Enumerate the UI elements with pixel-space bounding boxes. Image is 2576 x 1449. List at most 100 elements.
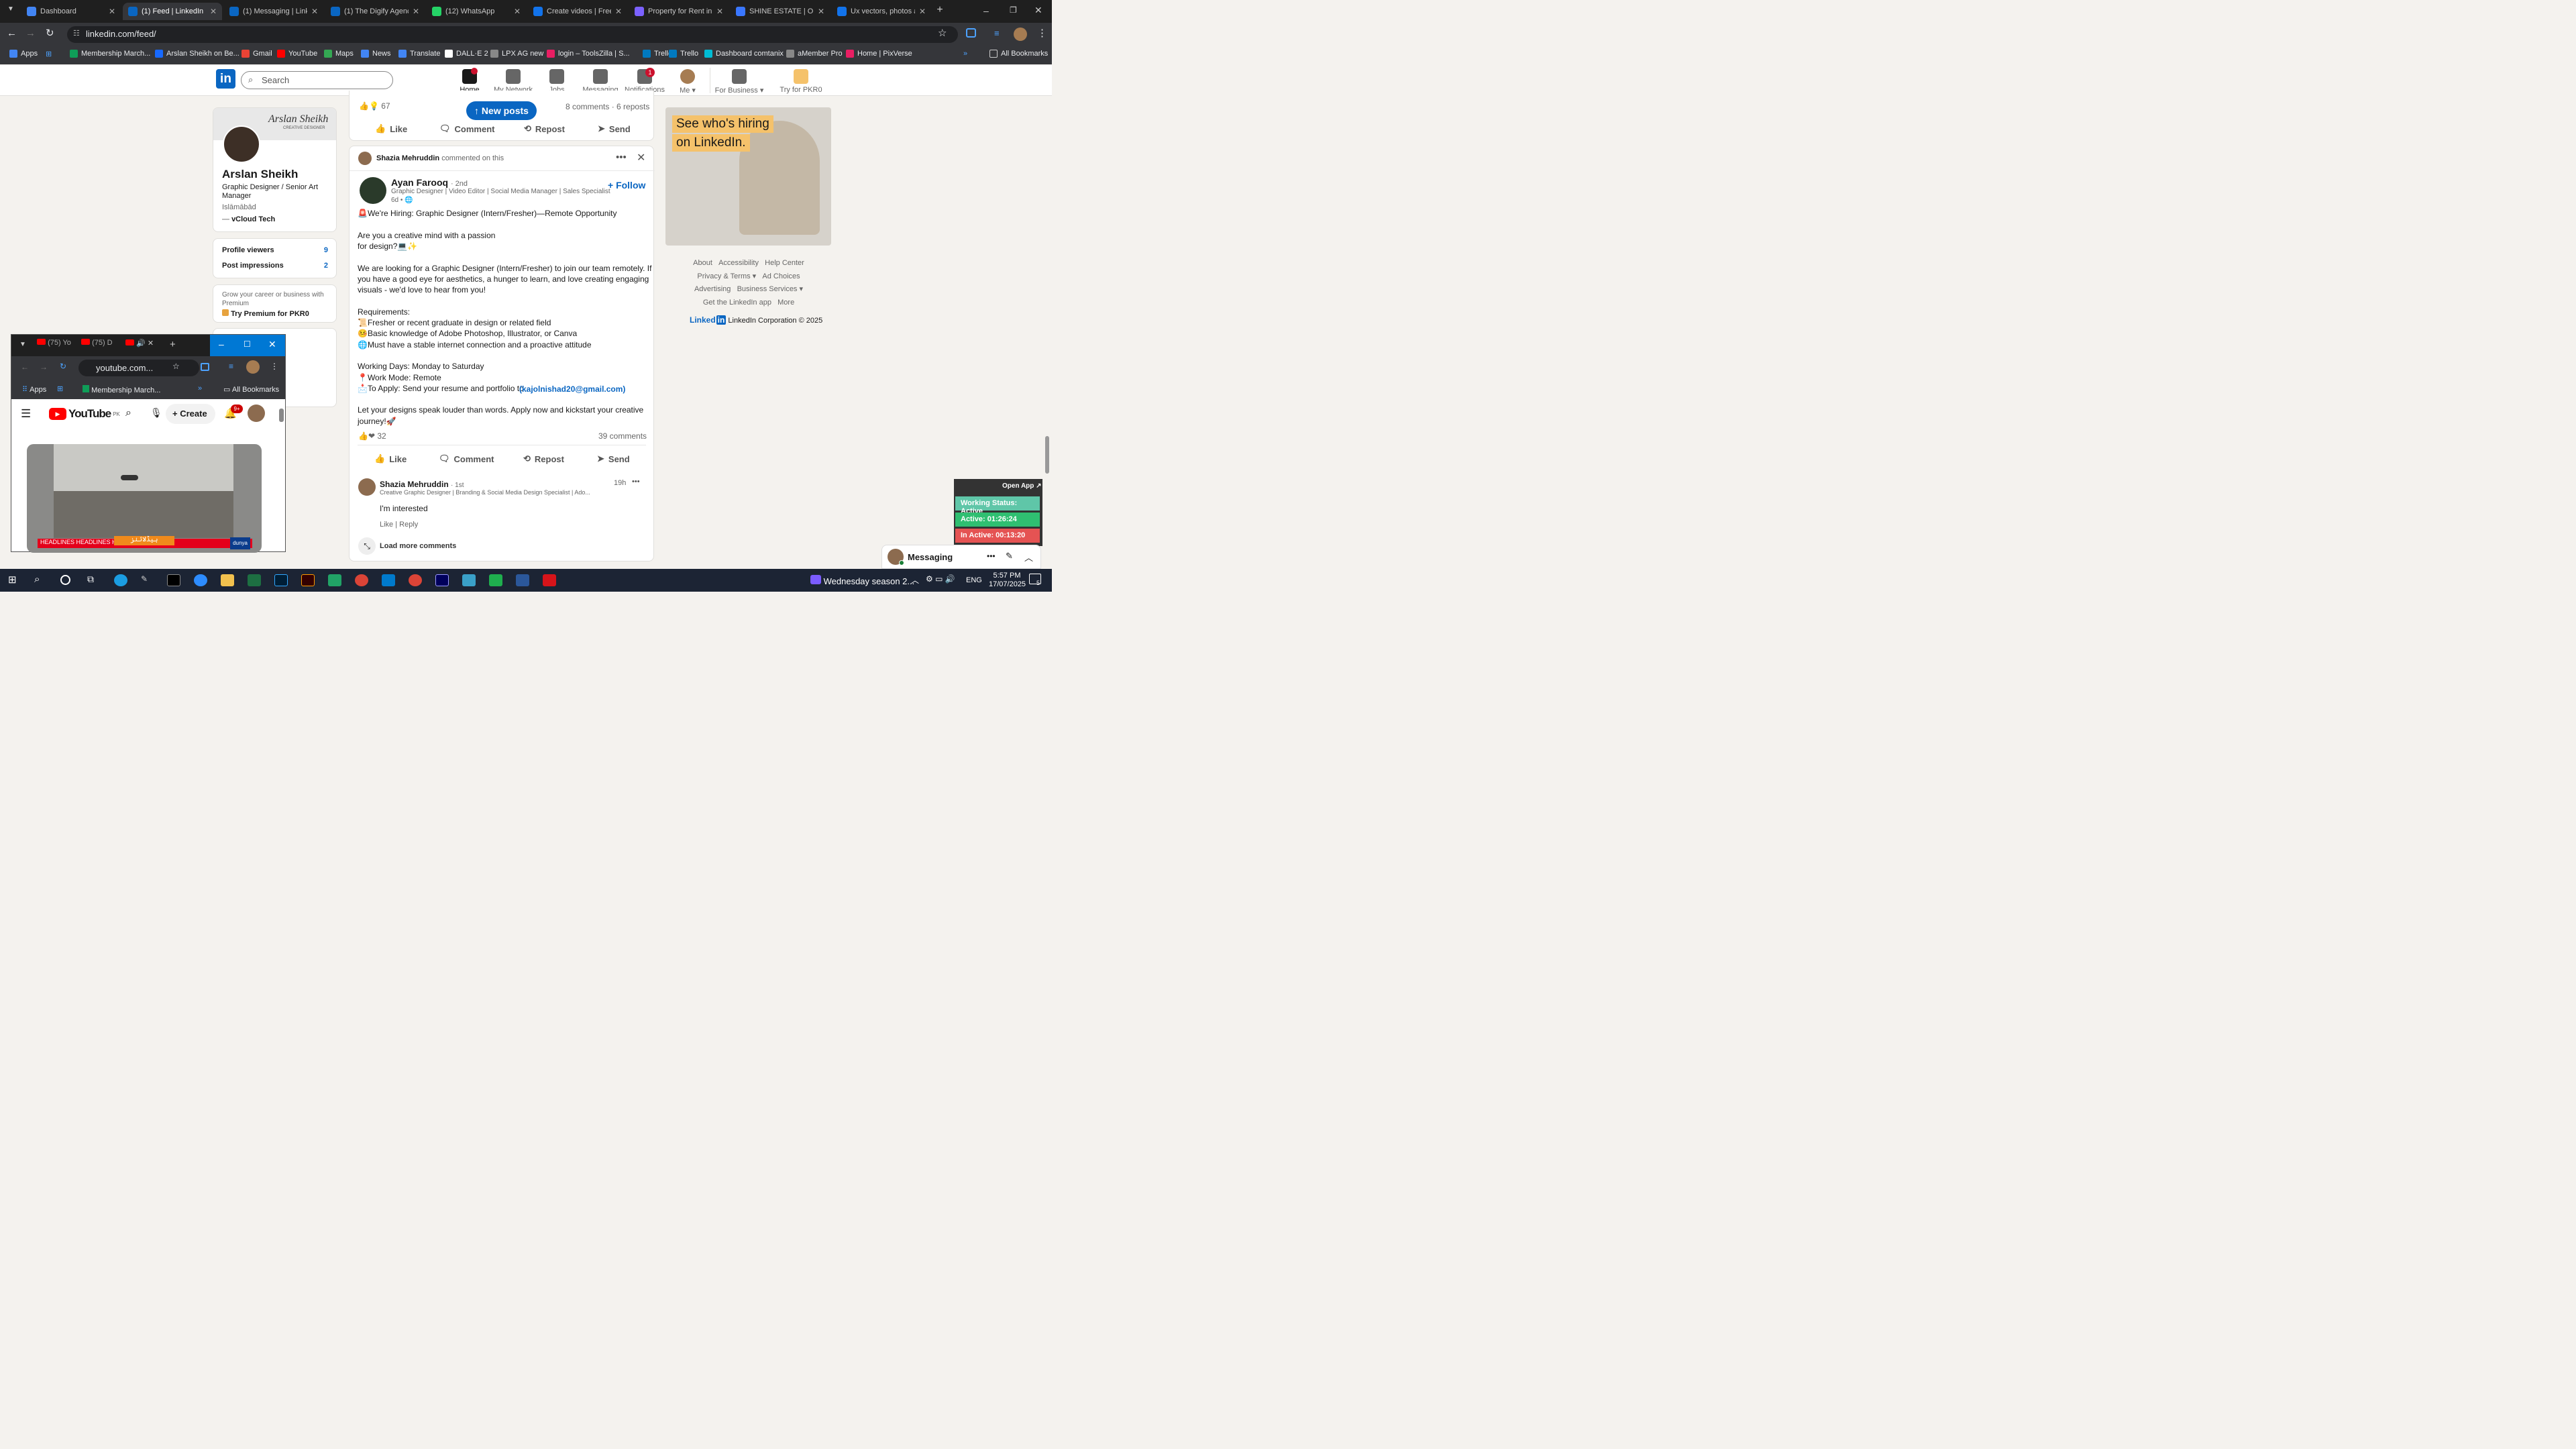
context-name[interactable]: Shazia Mehruddin (376, 154, 439, 162)
footer-about[interactable]: About (693, 259, 712, 267)
hamburger-icon[interactable]: ☰ (21, 407, 31, 421)
browser-tab[interactable]: SHINE ESTATE | OLX ✕ (731, 3, 830, 20)
premium-link[interactable]: Try Premium for PKR0 (222, 309, 309, 318)
comment-button[interactable]: 🗨 Comment (439, 123, 494, 134)
browser-tab[interactable]: Create videos | Freep ✕ (528, 3, 627, 20)
tab-close-icon[interactable]: ✕ (919, 7, 926, 16)
search-taskbar-icon[interactable]: ⌕ (34, 574, 40, 585)
footer-more[interactable]: More (777, 299, 794, 307)
bookmark-item[interactable]: Arslan Sheikh on Be... (155, 50, 239, 58)
yt-mic-icon[interactable]: 🎙 (150, 407, 162, 419)
messaging-more-icon[interactable]: ••• (987, 551, 996, 561)
bookmark-item[interactable]: LPX AG new (490, 50, 543, 58)
yt-video-thumbnail[interactable]: HEADLINES HEADLINES HEADLINES ہیڈلائنز d… (27, 444, 262, 553)
url-field[interactable]: ☷ linkedin.com/feed/ (67, 26, 958, 43)
media-control-icon[interactable]: ≡ (994, 28, 1000, 38)
bookmark-star-icon[interactable]: ☆ (938, 27, 947, 39)
bookmark-item[interactable]: Trello (643, 50, 672, 58)
chrome-icon[interactable] (355, 574, 368, 586)
cortana-icon[interactable] (60, 575, 70, 585)
browser-tab[interactable]: Ux vectors, photos an ✕ (832, 3, 931, 20)
author-avatar[interactable] (360, 177, 386, 204)
footer-ad-choices[interactable]: Ad Choices (762, 272, 800, 280)
yt-extensions-icon[interactable] (201, 363, 209, 371)
yt-profile-avatar[interactable] (246, 360, 260, 374)
yt-bm-apps[interactable]: ⠿ Apps (22, 385, 46, 394)
yt-tab-menu[interactable]: ▼ (19, 341, 26, 348)
yt-bm-grid-icon[interactable]: ⊞ (57, 384, 63, 393)
load-more-icon[interactable]: ⤡ (358, 537, 376, 555)
yt-tab-3[interactable]: 🔊 ✕ (125, 339, 159, 352)
forward-icon[interactable]: → (25, 28, 36, 39)
bookmark-item[interactable]: Trello (669, 50, 698, 58)
yt-reload-icon[interactable]: ↻ (60, 362, 66, 371)
previous-reactions[interactable]: 👍💡 67 (359, 101, 390, 111)
footer-help[interactable]: Help Center (765, 259, 804, 267)
yt-tab-1[interactable]: (75) Yo (37, 339, 76, 352)
bookmark-item[interactable]: Membership March... (70, 50, 150, 58)
new-posts-button[interactable]: ↑ New posts (466, 101, 537, 120)
yt-more-bookmarks[interactable]: » (198, 384, 202, 392)
profile-company[interactable]: — vCloud Tech (222, 215, 275, 223)
email-link[interactable]: (kajolnishad20@gmail.com) (519, 384, 625, 394)
stat-post-impressions[interactable]: Post impressions 2 (222, 262, 328, 270)
send-button[interactable]: ➤ Send (598, 123, 631, 134)
comment-more-icon[interactable]: ••• (632, 478, 640, 486)
edge-icon[interactable] (114, 574, 127, 586)
yt-star-icon[interactable]: ☆ (172, 362, 180, 371)
bookmark-item[interactable]: Maps (324, 50, 354, 58)
yt-back-icon[interactable]: ← (21, 362, 29, 372)
commenter-name[interactable]: Shazia Mehruddin · 1st (380, 480, 464, 489)
yt-search-icon[interactable]: ⌕ (125, 407, 131, 419)
youtube-logo[interactable]: ▶ YouTube PK (49, 407, 120, 421)
reload-icon[interactable]: ↻ (46, 27, 54, 39)
yt-create-button[interactable]: + Create (166, 404, 215, 424)
back-icon[interactable]: ← (7, 28, 17, 39)
zoom-icon[interactable] (194, 574, 207, 586)
post-like-button[interactable]: 👍 Like (374, 453, 407, 464)
commenter-avatar[interactable] (358, 478, 376, 496)
excel-icon[interactable] (248, 574, 261, 586)
profile-name[interactable]: Arslan Sheikh (222, 168, 298, 181)
follow-button[interactable]: + Follow (608, 180, 645, 191)
acrobat-icon[interactable] (543, 574, 556, 586)
stat-profile-viewers[interactable]: Profile viewers 9 (222, 246, 328, 254)
open-app-button[interactable]: Open App ↗ (1002, 482, 1042, 490)
tab-close-icon[interactable]: ✕ (514, 7, 521, 16)
yt-forward-icon[interactable]: → (40, 362, 48, 372)
yt-media-icon[interactable]: ≡ (229, 362, 233, 371)
tray-chevron-icon[interactable]: ︿ (911, 574, 919, 586)
illustrator-icon[interactable] (301, 574, 315, 586)
photoshop-icon[interactable] (274, 574, 288, 586)
yt-maximize[interactable]: ☐ (244, 339, 251, 349)
linkedin-logo[interactable]: in (216, 69, 235, 89)
bookmark-item[interactable]: News (361, 50, 391, 58)
file-explorer-icon[interactable] (221, 574, 234, 586)
pen-icon[interactable]: ✎ (141, 574, 154, 586)
yt-tab-2[interactable]: (75) D (81, 339, 121, 352)
close-window-button[interactable]: ✕ (1034, 5, 1042, 16)
site-info-icon[interactable]: ☷ (73, 29, 80, 38)
bookmark-item[interactable]: Dashboard comtanix (704, 50, 784, 58)
yt-all-bookmarks[interactable]: ▭ All Bookmarks (223, 385, 279, 394)
repost-button[interactable]: ⟲ Repost (524, 123, 565, 134)
media-widget[interactable]: Wednesday season 2... (810, 575, 914, 586)
tab-search-menu[interactable]: ▼ (4, 5, 17, 17)
more-bookmarks-icon[interactable]: » (963, 50, 967, 58)
yt-minimize[interactable]: – (219, 339, 224, 350)
bookmark-item[interactable]: login – ToolsZilla | S... (547, 50, 630, 58)
browser-tab[interactable]: (1) Feed | LinkedIn ✕ (123, 3, 222, 20)
restore-button[interactable]: ❐ (1010, 5, 1017, 15)
clock[interactable]: 5:57 PM 17/07/2025 (989, 572, 1026, 589)
yt-close[interactable]: ✕ (268, 339, 276, 350)
footer-advertising[interactable]: Advertising (694, 285, 731, 293)
tab-close-icon[interactable]: ✕ (210, 7, 217, 16)
tab-close-icon[interactable]: ✕ (311, 7, 318, 16)
premiere-icon[interactable] (435, 574, 449, 586)
yt-menu-icon[interactable]: ⋮ (270, 362, 278, 371)
browser-tab[interactable]: (1) The Digify Agency ✕ (325, 3, 425, 20)
tab-close-icon[interactable]: ✕ (615, 7, 622, 16)
profile-avatar[interactable] (1014, 28, 1027, 41)
context-avatar[interactable] (358, 152, 372, 165)
like-button[interactable]: 👍 Like (375, 123, 407, 134)
